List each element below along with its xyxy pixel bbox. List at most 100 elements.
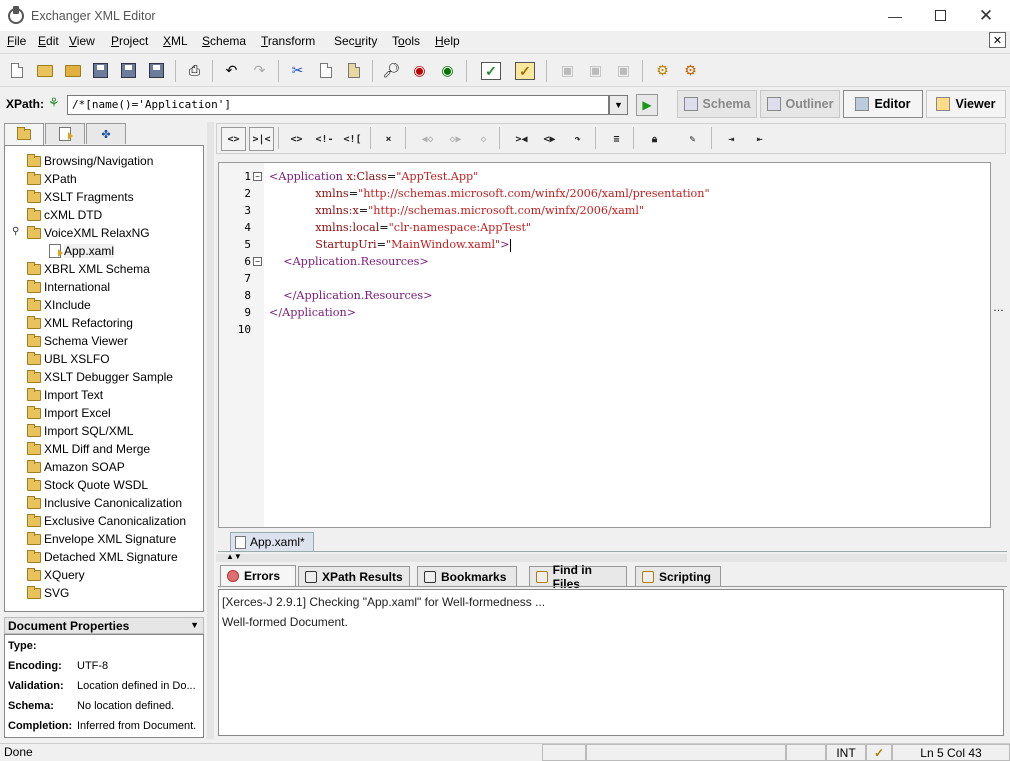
cut-icon[interactable]: ✂ <box>285 58 310 83</box>
tree-folder-item[interactable]: Detached XML Signature <box>27 548 178 566</box>
error-icon[interactable]: ◇ <box>471 127 496 151</box>
find-next-icon[interactable]: ◉ <box>407 58 432 83</box>
vertical-splitter[interactable] <box>207 122 214 739</box>
format-icon[interactable]: ≡ <box>604 127 629 151</box>
indent-icon[interactable]: ⇥ <box>719 127 744 151</box>
goto-end-icon[interactable]: <▶ <box>537 127 562 151</box>
tree-folder-item[interactable]: XQuery <box>27 566 85 584</box>
tree-folder-item[interactable]: Exclusive Canonicalization <box>27 512 186 530</box>
editor-scrollbar[interactable]: … <box>991 162 1007 528</box>
paste-icon[interactable] <box>341 58 366 83</box>
tab-navigator[interactable]: ✤ <box>86 123 126 144</box>
save-all-icon[interactable] <box>144 58 169 83</box>
find-icon[interactable]: 🔎︎ <box>379 58 404 83</box>
tree-folder-item[interactable]: XSLT Fragments <box>27 188 134 206</box>
menu-item[interactable]: Project <box>111 34 148 48</box>
fold-toggle-icon[interactable]: − <box>253 172 262 181</box>
tree-folder-item[interactable]: VoiceXML RelaxNG <box>27 224 150 242</box>
redo-icon[interactable]: ↷ <box>247 58 272 83</box>
menu-item[interactable]: XML <box>163 34 188 48</box>
check-well-formed-icon[interactable]: ✓ <box>476 58 506 83</box>
lock-icon[interactable]: 🔒︎ <box>642 127 667 151</box>
prev-error-icon[interactable]: ◀◇ <box>415 127 440 151</box>
split-tag-icon[interactable]: >|< <box>249 127 274 151</box>
horizontal-splitter[interactable]: ▲▼ <box>216 552 1007 562</box>
copy-icon[interactable] <box>313 58 338 83</box>
tree-folder-item[interactable]: SVG <box>27 584 69 602</box>
outliner-view-button[interactable]: Outliner <box>760 90 840 118</box>
tree-folder-item[interactable]: XBRL XML Schema <box>27 260 150 278</box>
undo-icon[interactable]: ↶ <box>219 58 244 83</box>
transform-icon[interactable]: ⚙ <box>650 58 675 83</box>
tree-folder-item[interactable]: Import Text <box>27 386 103 404</box>
validate-icon[interactable]: ✓ <box>510 58 540 83</box>
tree-folder-item[interactable]: XInclude <box>27 296 91 314</box>
find-in-files-tab[interactable]: Find in Files <box>529 563 627 591</box>
tab-files[interactable] <box>45 123 85 144</box>
insert-tag-icon[interactable]: <> <box>284 127 309 151</box>
new-document-icon[interactable] <box>4 58 29 83</box>
expanded-node-icon[interactable]: ⚲ <box>12 226 19 237</box>
tree-folder-item[interactable]: Schema Viewer <box>27 332 128 350</box>
xpath-results-tab[interactable]: XPath Results <box>298 566 410 586</box>
print-icon[interactable]: ⎙ <box>182 58 207 83</box>
open-folder-icon[interactable] <box>32 58 57 83</box>
tree-folder-item[interactable]: Envelope XML Signature <box>27 530 176 548</box>
viewer-view-button[interactable]: Viewer <box>926 90 1006 118</box>
open-remote-icon[interactable] <box>60 58 85 83</box>
menu-item[interactable]: Tools <box>392 34 420 48</box>
fold-toggle-icon[interactable]: − <box>253 257 262 266</box>
select-element-icon[interactable]: ↷ <box>565 127 590 151</box>
menu-item[interactable]: Schema <box>202 34 246 48</box>
xpath-dropdown-button[interactable]: ▼ <box>609 95 628 115</box>
tree-folder-item[interactable]: XML Refactoring <box>27 314 133 332</box>
errors-tab[interactable]: Errors <box>220 565 296 586</box>
file-tab[interactable]: App.xaml* <box>230 532 314 552</box>
comment-icon[interactable]: <!- <box>312 127 337 151</box>
replace-icon[interactable]: ◉ <box>435 58 460 83</box>
menu-item[interactable]: View <box>69 34 95 48</box>
editor-view-button[interactable]: Editor <box>843 90 923 118</box>
tree-folder-item[interactable]: Stock Quote WSDL <box>27 476 148 494</box>
xpath-input[interactable]: /*[name()='Application'] <box>67 95 609 115</box>
menu-item[interactable]: Security <box>334 34 377 48</box>
bookmarks-tab[interactable]: Bookmarks <box>417 566 517 586</box>
goto-start-icon[interactable]: >◀ <box>509 127 534 151</box>
next-error-icon[interactable]: ◇▶ <box>443 127 468 151</box>
tree-folder-item[interactable]: Import Excel <box>27 404 111 422</box>
unsplit-icon[interactable]: ▣ <box>611 58 636 83</box>
remove-tag-icon[interactable]: ⨯ <box>376 127 401 151</box>
tree-folder-item[interactable]: International <box>27 278 110 296</box>
highlight-icon[interactable]: ✎ <box>680 127 705 151</box>
menu-item[interactable]: Edit <box>38 34 59 48</box>
close-document-icon[interactable]: ✕ <box>989 32 1006 48</box>
close-window-button[interactable]: ✕ <box>963 0 1009 31</box>
tab-projects[interactable] <box>4 123 44 145</box>
save-icon[interactable] <box>88 58 113 83</box>
collapse-icon[interactable]: ▣ <box>555 58 580 83</box>
tree-folder-item[interactable]: Browsing/Navigation <box>27 152 153 170</box>
chevron-down-icon[interactable]: ▼ <box>190 620 199 630</box>
maximize-button[interactable] <box>917 0 963 31</box>
execute-scenario-icon[interactable]: ⚙ <box>678 58 703 83</box>
tree-folder-item[interactable]: XML Diff and Merge <box>27 440 150 458</box>
xpath-run-button[interactable]: ▶ <box>636 94 658 116</box>
split-icon[interactable]: ▣ <box>583 58 608 83</box>
tree-folder-item[interactable]: UBL XSLFO <box>27 350 110 368</box>
menu-item[interactable]: File <box>7 34 26 48</box>
tag-icon[interactable]: <> <box>221 127 246 151</box>
cdata-icon[interactable]: <![ <box>340 127 365 151</box>
document-properties-header[interactable]: Document Properties ▼ <box>4 617 204 634</box>
tree-folder-item[interactable]: Inclusive Canonicalization <box>27 494 182 512</box>
menu-item[interactable]: Help <box>435 34 460 48</box>
menu-item[interactable]: Transform <box>261 34 315 48</box>
save-as-icon[interactable] <box>116 58 141 83</box>
tree-folder-item[interactable]: XSLT Debugger Sample <box>27 368 173 386</box>
tree-folder-item[interactable]: Amazon SOAP <box>27 458 125 476</box>
minimize-button[interactable]: — <box>872 0 918 31</box>
tree-file-item[interactable]: App.xaml <box>49 242 115 260</box>
tree-folder-item[interactable]: Import SQL/XML <box>27 422 133 440</box>
tree-folder-item[interactable]: cXML DTD <box>27 206 102 224</box>
unindent-icon[interactable]: ⇤ <box>747 127 772 151</box>
schema-view-button[interactable]: Schema <box>677 90 757 118</box>
